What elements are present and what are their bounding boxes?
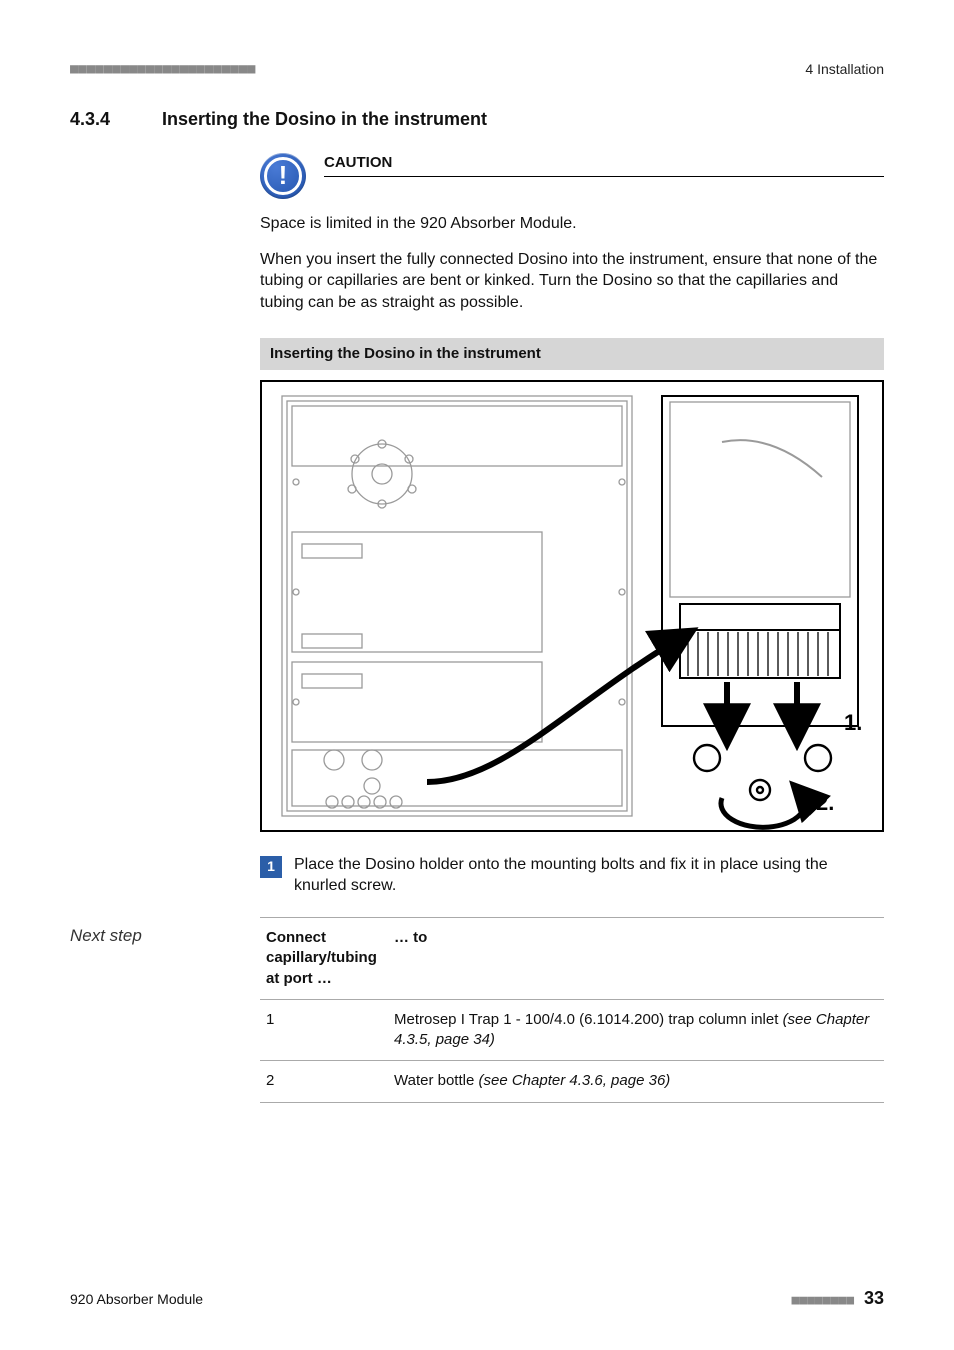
table-row: 1 Metrosep I Trap 1 - 100/4.0 (6.1014.20…: [260, 999, 884, 1061]
next-step-table: Connect capillary/tubing at port … … to …: [260, 917, 884, 1103]
caution-title: CAUTION: [324, 153, 884, 177]
page-number: 33: [864, 1288, 884, 1308]
table-head-b: … to: [388, 918, 884, 1000]
caution-icon: !: [260, 153, 306, 199]
table-head-a: Connect capillary/tubing at port …: [260, 918, 388, 1000]
step-number: 1: [260, 856, 282, 878]
xref: (see Chapter 4.3.6, page 36): [478, 1072, 670, 1089]
dosino-diagram: 1. 2.: [260, 380, 884, 832]
footer-dashes: ■■■■■■■■: [791, 1293, 854, 1308]
footer-left: 920 Absorber Module: [70, 1290, 203, 1309]
table-cell-port: 2: [260, 1061, 388, 1102]
table-cell-dest: Metrosep I Trap 1 - 100/4.0 (6.1014.200)…: [388, 999, 884, 1061]
caution-paragraph-1: Space is limited in the 920 Absorber Mod…: [260, 213, 884, 235]
section-heading: 4.3.4 Inserting the Dosino in the instru…: [70, 107, 884, 131]
diagram-label-2: 2.: [816, 790, 834, 815]
step-text: Place the Dosino holder onto the mountin…: [294, 854, 884, 897]
page: ■■■■■■■■■■■■■■■■■■■■■■ 4 Installation 4.…: [0, 0, 954, 1350]
caution-block: ! CAUTION: [260, 153, 884, 199]
exclamation-icon: !: [279, 162, 288, 188]
header-dashes: ■■■■■■■■■■■■■■■■■■■■■■: [70, 60, 255, 79]
header-chapter: 4 Installation: [805, 60, 884, 79]
diagram-label-1: 1.: [844, 710, 862, 735]
section-number: 4.3.4: [70, 107, 162, 131]
footer: 920 Absorber Module ■■■■■■■■ 33: [70, 1286, 884, 1310]
caution-paragraph-2: When you insert the fully connected Dosi…: [260, 249, 884, 314]
section-title: Inserting the Dosino in the instrument: [162, 107, 487, 131]
inset-heading: Inserting the Dosino in the instrument: [260, 338, 884, 370]
caution-heading: CAUTION: [324, 153, 884, 185]
next-step-label: Next step: [70, 926, 142, 945]
table-cell-port: 1: [260, 999, 388, 1061]
running-head: ■■■■■■■■■■■■■■■■■■■■■■ 4 Installation: [70, 60, 884, 79]
step-row: 1 Place the Dosino holder onto the mount…: [260, 854, 884, 897]
content-block: ! CAUTION Space is limited in the 920 Ab…: [260, 153, 884, 897]
table-row: 2 Water bottle (see Chapter 4.3.6, page …: [260, 1061, 884, 1102]
table-cell-dest: Water bottle (see Chapter 4.3.6, page 36…: [388, 1061, 884, 1102]
